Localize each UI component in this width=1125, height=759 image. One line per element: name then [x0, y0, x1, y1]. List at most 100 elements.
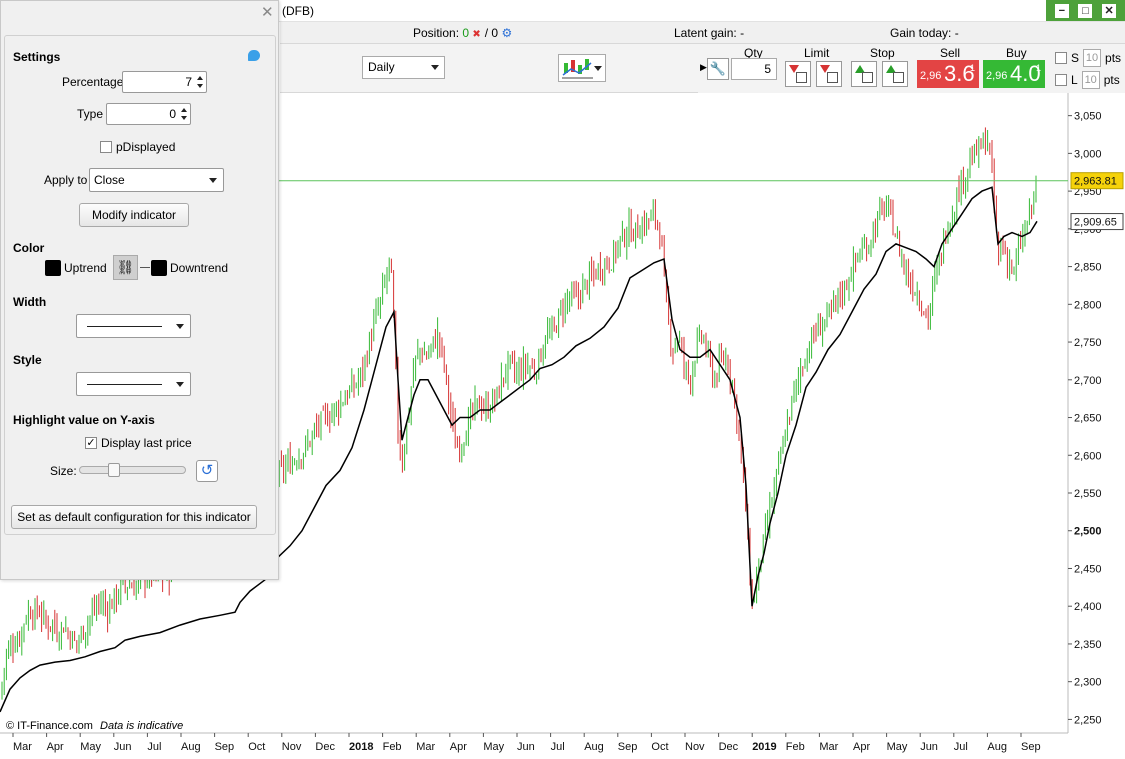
chevron-down-icon: [209, 178, 217, 183]
downtrend-label: Downtrend: [170, 261, 229, 275]
stop-points-unit: pts: [1105, 51, 1122, 65]
type-stepper[interactable]: 0: [106, 103, 191, 125]
increment-icon[interactable]: [181, 108, 187, 112]
position-label: Position:: [413, 26, 460, 40]
width-select[interactable]: [76, 314, 191, 338]
x-tick-label: Dec: [719, 741, 739, 753]
latent-gain: Latent gain: -: [674, 26, 744, 40]
line-width-sample: [87, 326, 162, 327]
qty-input[interactable]: 5: [731, 58, 777, 80]
chevron-down-icon: [176, 382, 184, 387]
x-tick-label: Jul: [147, 741, 161, 753]
position-info: Position: 0 ✖ / 0 ⚙: [413, 26, 512, 40]
percentage-stepper[interactable]: 7: [122, 71, 207, 93]
x-tick-label: Oct: [248, 741, 265, 753]
percentage-label: Percentage: [62, 75, 124, 89]
y-tick-label: 2,500: [1074, 526, 1102, 538]
latent-gain-value: -: [740, 26, 745, 40]
x-tick-label: Feb: [383, 741, 402, 753]
close-position-icon[interactable]: ✖: [472, 30, 481, 40]
sell-button[interactable]: 2,96 3.6 1: [917, 60, 979, 88]
y-tick-label: 2,450: [1074, 563, 1102, 575]
x-tick-label: May: [887, 741, 908, 753]
settings-title: Settings: [13, 50, 61, 64]
stop-points-checkbox[interactable]: [1055, 52, 1067, 64]
minimize-button[interactable]: −: [1054, 3, 1069, 18]
size-slider-thumb[interactable]: [107, 463, 120, 477]
x-tick-label: Nov: [282, 741, 302, 753]
x-tick-label: Jun: [920, 741, 938, 753]
size-slider[interactable]: [79, 466, 186, 474]
period-select[interactable]: Daily: [362, 56, 445, 79]
y-tick-label: 3,000: [1074, 148, 1102, 160]
chevron-down-icon: [594, 66, 602, 71]
y-tick-label: 2,750: [1074, 337, 1102, 349]
position-value: 0: [462, 26, 470, 40]
x-tick-label: Jul: [551, 741, 565, 753]
x-tick-label: Nov: [685, 741, 705, 753]
type-label: Type: [77, 107, 104, 121]
maximize-button[interactable]: □: [1078, 3, 1093, 18]
last-price-label: 2,963.81: [1074, 176, 1117, 188]
limit-sell-icon[interactable]: [785, 61, 811, 87]
apply-to-select[interactable]: Close: [89, 168, 224, 192]
downtrend-color-swatch[interactable]: [151, 260, 167, 276]
uptrend-color-swatch[interactable]: [45, 260, 61, 276]
gain-today-value: -: [954, 26, 959, 40]
wrench-icon[interactable]: 🔧: [707, 58, 729, 80]
pdisplayed-label: pDisplayed: [116, 140, 176, 154]
buy-button[interactable]: 2,96 4.0 1: [983, 60, 1045, 88]
display-last-price-checkbox[interactable]: ✓: [85, 437, 97, 449]
y-tick-label: 2,600: [1074, 450, 1102, 462]
gear-icon[interactable]: ⚙: [501, 26, 512, 40]
y-tick-label: 2,250: [1074, 714, 1102, 726]
limit-points-unit: pts: [1103, 73, 1120, 87]
window-title: (DFB): [282, 4, 314, 18]
uptrend-label: Uptrend: [64, 261, 107, 275]
pdisplayed-checkbox[interactable]: [100, 141, 112, 153]
indicator-value-label: 2,909.65: [1074, 217, 1117, 229]
buy-price-prefix: 2,96: [986, 70, 1008, 82]
close-window-button[interactable]: ✕: [1102, 3, 1117, 18]
display-last-price-label: Display last price: [101, 436, 192, 450]
limit-buy-icon[interactable]: [816, 61, 842, 87]
style-select[interactable]: [76, 372, 191, 396]
x-tick-label: 2018: [349, 741, 373, 753]
help-bubble-icon[interactable]: [248, 50, 260, 61]
limit-points-checkbox[interactable]: [1055, 74, 1067, 86]
trading-window: (DFB) − □ ✕ Position: 0 ✖ / 0 ⚙ Latent g…: [0, 0, 1125, 759]
chart-type-button[interactable]: [558, 54, 606, 82]
increment-icon[interactable]: [197, 76, 203, 80]
limit-points-input[interactable]: 10: [1081, 71, 1100, 89]
stop-sell-icon[interactable]: [851, 61, 877, 87]
type-value: 0: [169, 107, 176, 121]
link-colors-icon[interactable]: ⛓: [113, 255, 138, 280]
decrement-icon[interactable]: [181, 116, 187, 120]
highlight-title: Highlight value on Y-axis: [13, 413, 155, 427]
y-tick-label: 2,850: [1074, 262, 1102, 274]
sell-label: Sell: [940, 46, 961, 60]
y-tick-label: 2,300: [1074, 677, 1102, 689]
close-icon[interactable]: ✕: [261, 3, 274, 21]
gain-today-label: Gain today:: [890, 26, 952, 40]
x-tick-label: Feb: [786, 741, 805, 753]
x-tick-label: Mar: [819, 741, 838, 753]
reset-icon[interactable]: ↺: [196, 460, 218, 482]
x-tick-label: 2019: [752, 741, 776, 753]
decrement-icon[interactable]: [197, 84, 203, 88]
x-tick-label: Mar: [416, 741, 435, 753]
x-tick-label: Aug: [987, 741, 1007, 753]
set-default-button[interactable]: Set as default configuration for this in…: [11, 505, 257, 529]
x-tick-label: Apr: [47, 741, 64, 753]
gain-today: Gain today: -: [890, 26, 959, 40]
x-tick-label: Sep: [1021, 741, 1041, 753]
window-controls: − □ ✕: [1046, 0, 1125, 21]
collapse-arrow-icon[interactable]: ▶: [700, 62, 707, 73]
x-tick-label: May: [80, 741, 101, 753]
x-tick-label: Oct: [651, 741, 668, 753]
modify-indicator-button[interactable]: Modify indicator: [79, 203, 189, 227]
stop-points-input[interactable]: 10: [1083, 49, 1102, 67]
stop-buy-icon[interactable]: [882, 61, 908, 87]
y-tick-label: 2,700: [1074, 375, 1102, 387]
stop-points-label: S: [1071, 51, 1080, 65]
